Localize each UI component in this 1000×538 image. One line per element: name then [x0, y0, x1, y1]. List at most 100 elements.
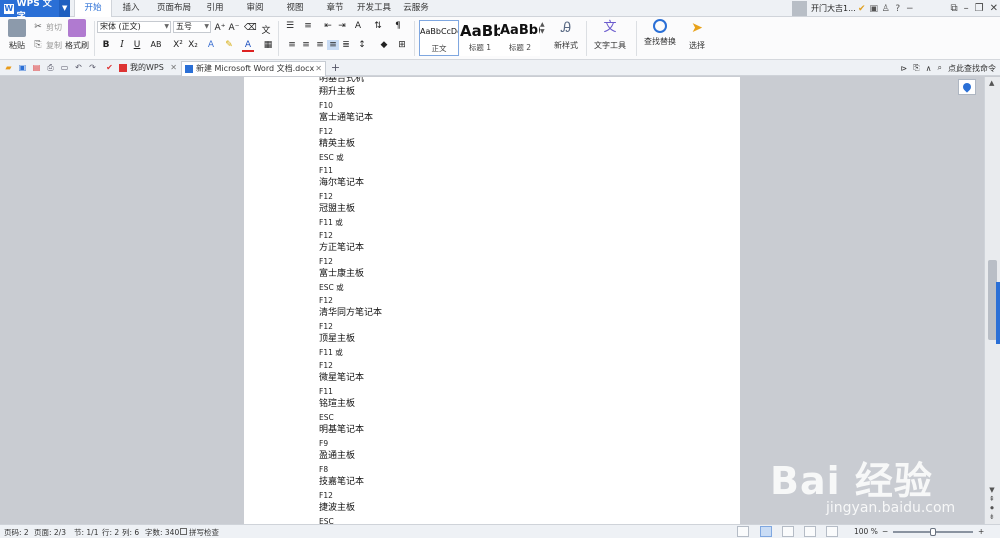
grow-font-icon[interactable]: A⁺: [214, 23, 226, 33]
status-page-num[interactable]: 页码: 2: [4, 527, 29, 538]
style-scroll[interactable]: ▲ ▼: [540, 21, 545, 35]
shrink-font-icon[interactable]: A⁻: [228, 23, 240, 33]
save-icon[interactable]: ▣: [17, 62, 28, 73]
document-body[interactable]: 明基台式机 翔升主板 F10 富士通笔记本 F12 精英主板 ESC 或 F11 海尔笔记本 F1…: [319, 77, 382, 524]
align-left-icon[interactable]: ≡: [286, 40, 298, 50]
shading-icon[interactable]: ◆: [378, 40, 390, 50]
doc-line-model[interactable]: 铭瑄主板: [319, 398, 382, 411]
doc-line-key[interactable]: F12: [319, 190, 382, 203]
status-word-count[interactable]: 字数: 340: [145, 527, 179, 538]
line-spacing-icon[interactable]: ↕: [356, 40, 368, 50]
open-icon[interactable]: ▰: [3, 62, 14, 73]
user-name[interactable]: 开门大吉1...: [811, 3, 856, 14]
navigation-button[interactable]: [958, 79, 976, 95]
font-color-icon[interactable]: A: [242, 40, 254, 52]
doc-line-model[interactable]: 冠盟主板: [319, 203, 382, 216]
doc-line-key[interactable]: F12: [319, 125, 382, 138]
page-nav-buttons[interactable]: ▼ ⇞ ⏺ ⇟: [989, 486, 995, 522]
user-area[interactable]: 开门大吉1... ✔ ▣ ♙ ? −: [792, 0, 916, 17]
reading-view-icon[interactable]: [804, 526, 816, 537]
web-view-icon[interactable]: [826, 526, 838, 537]
fullscreen-icon[interactable]: [737, 526, 749, 537]
zoom-out-icon[interactable]: −: [882, 527, 888, 536]
doc-line-model[interactable]: 富士通笔记本: [319, 112, 382, 125]
search-icon[interactable]: ⌕: [938, 63, 942, 73]
italic-icon[interactable]: I: [116, 40, 128, 50]
medal-icon[interactable]: ✔: [856, 3, 868, 15]
show-marks-icon[interactable]: ¶: [392, 21, 404, 31]
doc-line-key[interactable]: F12: [319, 294, 382, 307]
char-border-icon[interactable]: ▦: [262, 40, 274, 50]
clear-format-icon[interactable]: ⌫: [244, 23, 257, 33]
select-button[interactable]: ➤ 选择: [684, 19, 710, 51]
strikethrough-icon[interactable]: AB: [147, 40, 165, 49]
tab-view[interactable]: 视图: [280, 0, 310, 17]
doc-line-key[interactable]: F11: [319, 385, 382, 398]
doc-line-key[interactable]: F10: [319, 99, 382, 112]
share-icon[interactable]: ⎘: [913, 63, 919, 73]
close-icon[interactable]: ✕: [990, 3, 998, 14]
doc-line-model[interactable]: 顶星主板: [319, 333, 382, 346]
underline-icon[interactable]: U: [131, 40, 143, 50]
border-icon[interactable]: ⊞: [396, 40, 408, 50]
font-size-select[interactable]: 五号 ▼: [173, 21, 211, 33]
scroll-up-icon[interactable]: ▲: [989, 79, 994, 87]
cut-button[interactable]: ✂ 剪切: [32, 21, 62, 33]
doc-line-key[interactable]: F9: [319, 437, 382, 450]
align-center-icon[interactable]: ≡: [300, 40, 312, 50]
app-menu-button[interactable]: W WPS 文字 ▼: [0, 0, 70, 22]
help-icon[interactable]: ?: [892, 3, 904, 15]
doc-line-key[interactable]: F8: [319, 463, 382, 476]
fold-icon[interactable]: ⊳: [901, 64, 908, 73]
side-panel-handle[interactable]: [996, 282, 1000, 344]
redo-icon[interactable]: ↷: [87, 62, 98, 73]
highlight-icon[interactable]: ✎: [223, 40, 235, 50]
status-col[interactable]: 列: 6: [122, 527, 139, 538]
tab-document[interactable]: 新建 Microsoft Word 文档.docx ✕: [181, 61, 326, 76]
doc-line-model[interactable]: 技嘉笔记本: [319, 476, 382, 489]
spell-check-button[interactable]: 拼写检查: [180, 527, 219, 538]
doc-line-key[interactable]: ESC: [319, 411, 382, 424]
tab-chapter[interactable]: 章节: [320, 0, 350, 17]
doc-line-model[interactable]: 海尔笔记本: [319, 177, 382, 190]
style-heading-1[interactable]: AaBb 标题 1: [460, 20, 500, 56]
zoom-in-icon[interactable]: +: [978, 527, 984, 536]
pin-icon[interactable]: ✔: [104, 62, 115, 73]
doc-line-key[interactable]: F12: [319, 229, 382, 242]
close-icon[interactable]: ✕: [170, 61, 177, 75]
window-mode-icon[interactable]: ⧉: [951, 3, 958, 14]
doc-line-model[interactable]: 翔升主板: [319, 86, 382, 99]
tab-developer[interactable]: 开发工具: [354, 0, 394, 17]
new-style-button[interactable]: Ꭿ 新样式: [551, 19, 581, 51]
skin-icon[interactable]: ▣: [868, 3, 880, 15]
print-preview-icon[interactable]: ▭: [59, 62, 70, 73]
minimize-icon[interactable]: –: [964, 3, 969, 14]
phonetic-icon[interactable]: 文: [260, 23, 272, 36]
undo-icon[interactable]: ↶: [73, 62, 84, 73]
status-row[interactable]: 行: 2: [102, 527, 119, 538]
avatar[interactable]: [792, 1, 807, 16]
doc-line-model[interactable]: 明基台式机: [319, 77, 382, 86]
doc-line-model[interactable]: 盈通主板: [319, 450, 382, 463]
doc-line-key[interactable]: F11 或: [319, 346, 382, 359]
align-right-icon[interactable]: ≡: [314, 40, 326, 50]
zoom-value[interactable]: 100 %: [854, 527, 878, 536]
tab-references[interactable]: 引用: [200, 0, 230, 17]
pdf-icon[interactable]: ▤: [31, 62, 42, 73]
increase-indent-icon[interactable]: ⇥: [336, 21, 348, 31]
font-name-select[interactable]: 宋体 (正文) ▼: [97, 21, 171, 33]
numbered-list-icon[interactable]: ≡: [302, 21, 314, 31]
outline-view-icon[interactable]: [782, 526, 794, 537]
style-heading-2[interactable]: AaBb( 标题 2: [500, 20, 540, 56]
find-replace-button[interactable]: 查找替换: [642, 19, 678, 47]
chinese-layout-icon[interactable]: A: [352, 21, 364, 31]
doc-line-key[interactable]: F12: [319, 359, 382, 372]
superscript-icon[interactable]: X²: [172, 40, 184, 50]
close-icon[interactable]: ✕: [315, 62, 322, 76]
doc-line-key[interactable]: F12: [319, 489, 382, 502]
doc-line-key[interactable]: ESC: [319, 515, 382, 524]
minimize-ribbon-icon[interactable]: −: [904, 3, 916, 15]
tab-insert[interactable]: 插入: [114, 0, 148, 17]
shirt-icon[interactable]: ♙: [880, 3, 892, 15]
doc-line-model[interactable]: 捷波主板: [319, 502, 382, 515]
